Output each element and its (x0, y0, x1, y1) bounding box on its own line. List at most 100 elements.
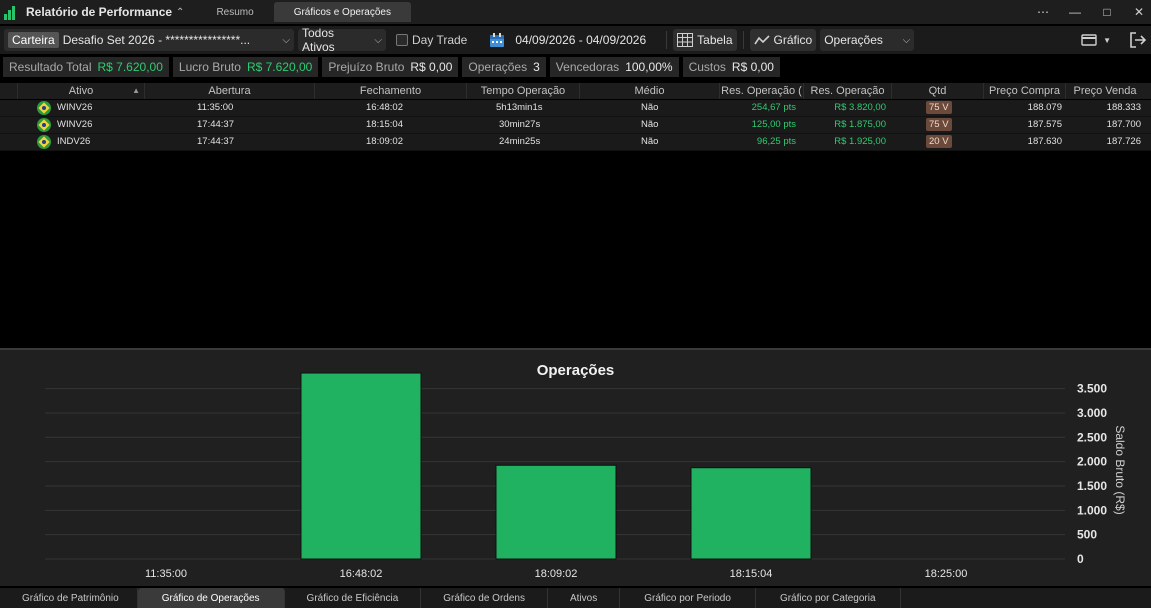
y-tick-label: 500 (1077, 528, 1097, 542)
tab-grafico-eficiencia[interactable]: Gráfico de Eficiência (285, 588, 422, 608)
tab-resumo[interactable]: Resumo (206, 2, 263, 22)
sort-ascending-icon: ▲ (132, 86, 140, 95)
bottom-tab-bar: Gráfico de Patrimônio Gráfico de Operaçõ… (0, 588, 1151, 608)
table-row[interactable]: INDV26 17:44:37 18:09:02 24min25s Não 96… (0, 134, 1151, 151)
chart-type-value: Operações (824, 33, 883, 47)
chart-panel: Operações 0 500 1.000 1.500 2.000 2.500 3.000 3… (0, 348, 1151, 586)
tab-grafico-patrimonio[interactable]: Gráfico de Patrimônio (0, 588, 138, 608)
bar (690, 467, 812, 560)
y-tick-label: 0 (1077, 552, 1084, 566)
cell-ativo: WINV26 (57, 102, 93, 113)
cell-ativo: INDV26 (57, 136, 91, 147)
summary-value: 3 (533, 60, 540, 74)
bar (300, 372, 422, 560)
wallet-icon[interactable] (1081, 33, 1097, 47)
logout-icon[interactable] (1129, 31, 1147, 49)
day-trade-label: Day Trade (412, 33, 468, 47)
minimize-button[interactable]: — (1063, 5, 1087, 19)
divider (742, 31, 744, 49)
maximize-button[interactable]: □ (1095, 5, 1119, 19)
summary-custos: Custos R$ 0,00 (682, 57, 780, 77)
assets-filter-select[interactable]: Todos Ativos ⌵ (298, 26, 386, 54)
tab-grafico-ordens[interactable]: Gráfico de Ordens (421, 588, 548, 608)
column-header-ativo[interactable]: Ativo ▲ (18, 83, 145, 99)
summary-value: R$ 7.620,00 (246, 60, 313, 74)
tab-grafico-periodo[interactable]: Gráfico por Periodo (620, 588, 756, 608)
column-header-medio[interactable]: Médio (580, 83, 720, 99)
brazil-flag-icon (37, 135, 51, 149)
chevron-down-icon: ⌵ (374, 34, 382, 46)
cell-res-pts: 125,00 pts (751, 119, 796, 130)
cell-tempo: 30min27s (499, 119, 541, 130)
chart-type-select[interactable]: Operações ⌵ (820, 29, 915, 51)
tab-grafico-categoria[interactable]: Gráfico por Categoria (756, 588, 901, 608)
cell-fechamento: 18:09:02 (366, 136, 403, 147)
column-header-res-operacao-pts[interactable]: Res. Operação ( (720, 83, 804, 99)
cell-preco-compra: 187.575 (1027, 119, 1062, 130)
cell-medio: Não (641, 102, 659, 113)
cell-res-pts: 96,25 pts (756, 136, 796, 147)
dropdown-caret-icon[interactable]: ▼ (1103, 36, 1111, 45)
line-chart-icon (753, 35, 770, 45)
tab-ativos[interactable]: Ativos (548, 588, 621, 608)
cell-preco-compra: 188.079 (1027, 102, 1062, 113)
cell-fechamento: 18:15:04 (366, 119, 403, 130)
bar (495, 464, 617, 560)
x-tick-label: 11:35:00 (145, 568, 187, 580)
cell-res-rs: R$ 1.875,00 (834, 119, 886, 130)
operations-bar-chart: 0 500 1.000 1.500 2.000 2.500 3.000 3.500 11:35:… (45, 372, 1127, 580)
grafico-button[interactable]: Gráfico (749, 29, 817, 51)
date-range-picker[interactable]: 04/09/2026 - 04/09/2026 (489, 32, 646, 48)
y-tick-label: 2.000 (1077, 455, 1107, 469)
summary-label: Resultado Total (9, 60, 92, 74)
column-header-res-operacao[interactable]: Res. Operação (804, 83, 892, 99)
cell-abertura: 11:35:00 (197, 102, 234, 113)
chevron-down-icon: ⌵ (902, 34, 911, 46)
summary-lucro-bruto: Lucro Bruto R$ 7.620,00 (172, 57, 319, 77)
cell-medio: Não (641, 136, 659, 147)
chevron-up-icon[interactable]: ⌃ (176, 7, 184, 18)
y-tick-label: 3.500 (1077, 382, 1107, 396)
y-tick-label: 1.500 (1077, 479, 1107, 493)
cell-res-rs: R$ 3.820,00 (834, 102, 886, 113)
table-row[interactable]: WINV26 11:35:00 16:48:02 5h13min1s Não 2… (0, 100, 1151, 117)
summary-operacoes: Operações 3 (462, 57, 546, 77)
cell-res-rs: R$ 1.925,00 (834, 136, 886, 147)
tab-grafico-operacoes[interactable]: Gráfico de Operações (137, 588, 285, 608)
cell-fechamento: 16:48:02 (366, 102, 403, 113)
summary-bar: Resultado Total R$ 7.620,00 Lucro Bruto … (0, 56, 784, 78)
y-axis-label: Saldo Bruto (R$) (1113, 425, 1127, 514)
qtd-badge: 75 V (926, 118, 952, 131)
more-options-icon[interactable]: ⋯ (1031, 5, 1055, 19)
cell-preco-compra: 187.630 (1027, 136, 1062, 147)
grafico-label: Gráfico (773, 33, 813, 47)
column-header-tempo-operacao[interactable]: Tempo Operação (467, 83, 580, 99)
close-button[interactable]: ✕ (1127, 5, 1151, 19)
date-range-value: 04/09/2026 - 04/09/2026 (515, 33, 647, 47)
summary-label: Operações (468, 60, 528, 74)
column-header-blank (0, 83, 18, 99)
tab-graficos-operacoes[interactable]: Gráficos e Operações (273, 2, 411, 22)
toolbar: Carteira Desafio Set 2026 - ************… (0, 26, 1151, 54)
account-select[interactable]: Carteira Desafio Set 2026 - ************… (4, 29, 294, 51)
x-tick-label: 16:48:02 (340, 568, 383, 580)
title-bar: Relatório de Performance ⌃ Resumo Gráfic… (0, 0, 1151, 24)
day-trade-toggle[interactable]: Day Trade (396, 33, 467, 47)
summary-value: R$ 0,00 (731, 60, 774, 74)
x-tick-label: 18:15:04 (730, 568, 773, 580)
day-trade-checkbox[interactable] (396, 34, 408, 46)
column-header-preco-compra[interactable]: Preço Compra (984, 83, 1066, 99)
summary-label: Lucro Bruto (178, 60, 241, 74)
column-header-fechamento[interactable]: Fechamento (315, 83, 467, 99)
tabela-button[interactable]: Tabela (673, 29, 737, 51)
calendar-icon (490, 33, 505, 47)
cell-abertura: 17:44:37 (197, 119, 234, 130)
column-header-abertura[interactable]: Abertura (145, 83, 315, 99)
app-logo-icon (4, 4, 20, 20)
column-header-preco-venda[interactable]: Preço Venda (1066, 83, 1144, 99)
column-header-qtd[interactable]: Qtd (892, 83, 984, 99)
table-row[interactable]: WINV26 17:44:37 18:15:04 30min27s Não 12… (0, 117, 1151, 134)
cell-preco-venda: 188.333 (1106, 102, 1141, 113)
tabela-label: Tabela (697, 33, 733, 47)
cell-tempo: 24min25s (499, 136, 541, 147)
